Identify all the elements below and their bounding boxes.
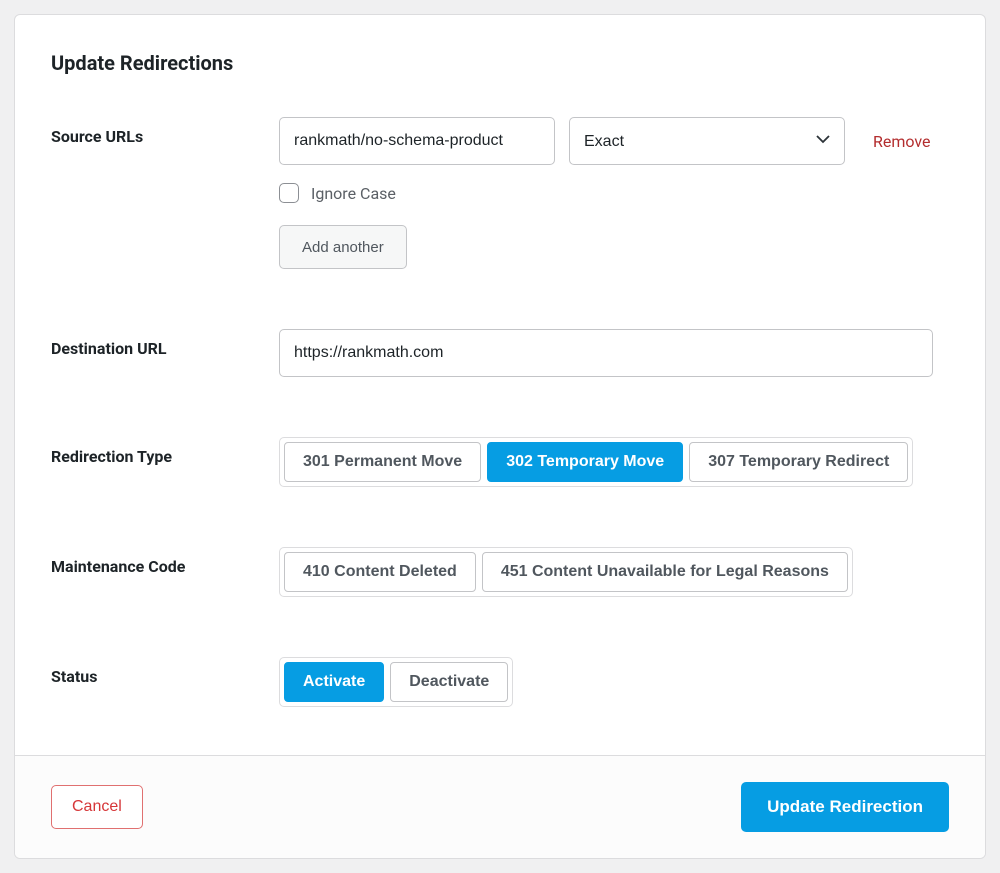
field-source-urls: Exact Remove Ignore Case Add another (279, 117, 949, 269)
status-activate[interactable]: Activate (284, 662, 384, 702)
cancel-button[interactable]: Cancel (51, 785, 143, 829)
ignore-case-row: Ignore Case (279, 183, 949, 203)
label-status: Status (51, 657, 279, 686)
label-redirection-type: Redirection Type (51, 437, 279, 466)
match-type-select-wrap: Exact (569, 117, 845, 165)
redirection-type-307[interactable]: 307 Temporary Redirect (689, 442, 908, 482)
row-destination-url: Destination URL (51, 329, 949, 377)
field-maintenance-code: 410 Content Deleted 451 Content Unavaila… (279, 547, 949, 597)
add-another-button[interactable]: Add another (279, 225, 407, 269)
destination-url-input[interactable] (279, 329, 933, 377)
ignore-case-checkbox[interactable] (279, 183, 299, 203)
field-destination-url (279, 329, 949, 377)
redirection-type-group: 301 Permanent Move 302 Temporary Move 30… (279, 437, 913, 487)
redirection-type-302[interactable]: 302 Temporary Move (487, 442, 683, 482)
redirection-type-301[interactable]: 301 Permanent Move (284, 442, 481, 482)
label-source-urls: Source URLs (51, 117, 279, 146)
status-deactivate[interactable]: Deactivate (390, 662, 508, 702)
panel-footer: Cancel Update Redirection (15, 755, 985, 858)
maintenance-code-group: 410 Content Deleted 451 Content Unavaila… (279, 547, 853, 597)
field-redirection-type: 301 Permanent Move 302 Temporary Move 30… (279, 437, 949, 487)
label-destination-url: Destination URL (51, 329, 279, 358)
field-status: Activate Deactivate (279, 657, 949, 707)
update-redirection-button[interactable]: Update Redirection (741, 782, 949, 832)
source-url-line: Exact Remove (279, 117, 949, 165)
update-redirections-panel: Update Redirections Source URLs Exact Re… (14, 14, 986, 859)
match-type-select[interactable]: Exact (569, 117, 845, 165)
remove-source-link[interactable]: Remove (873, 132, 931, 151)
source-url-input[interactable] (279, 117, 555, 165)
status-group: Activate Deactivate (279, 657, 513, 707)
panel-body: Update Redirections Source URLs Exact Re… (15, 15, 985, 755)
maintenance-code-410[interactable]: 410 Content Deleted (284, 552, 476, 592)
row-maintenance-code: Maintenance Code 410 Content Deleted 451… (51, 547, 949, 597)
row-redirection-type: Redirection Type 301 Permanent Move 302 … (51, 437, 949, 487)
label-maintenance-code: Maintenance Code (51, 547, 279, 576)
page-title: Update Redirections (51, 51, 949, 75)
ignore-case-label: Ignore Case (311, 184, 396, 203)
row-source-urls: Source URLs Exact Remove (51, 117, 949, 269)
maintenance-code-451[interactable]: 451 Content Unavailable for Legal Reason… (482, 552, 848, 592)
row-status: Status Activate Deactivate (51, 657, 949, 707)
